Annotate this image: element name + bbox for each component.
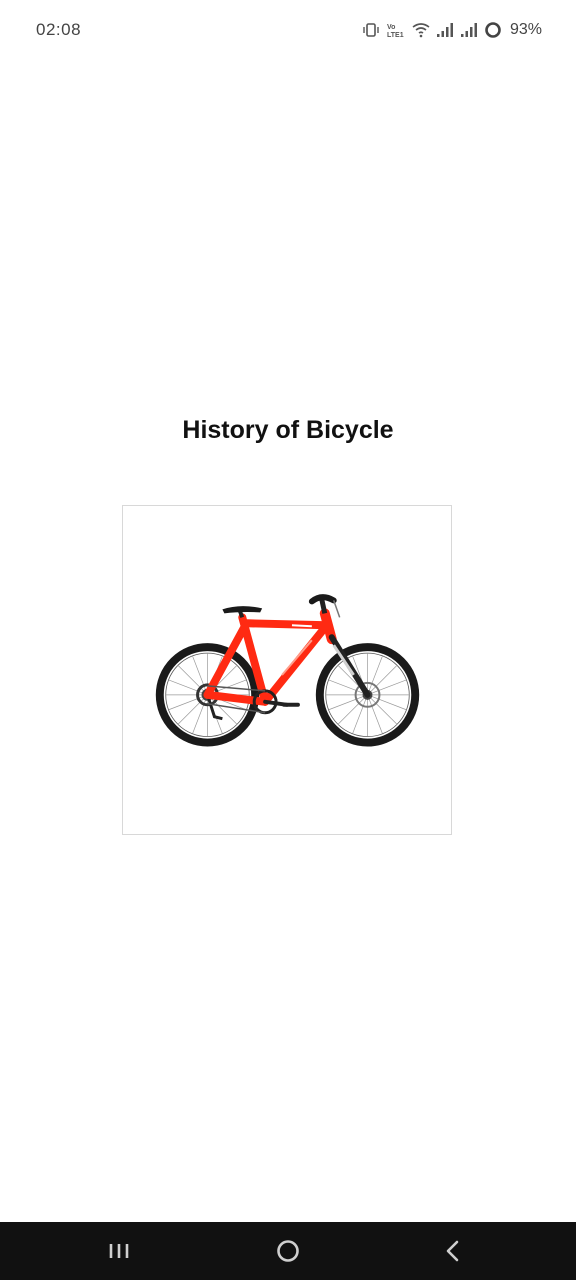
battery-percent: 93%: [509, 21, 542, 38]
svg-text:LTE1: LTE1: [387, 32, 404, 39]
status-bar: 02:08 Vo LTE1 93%: [0, 0, 576, 60]
status-icons: Vo LTE1 93%: [362, 19, 542, 41]
navigation-bar: [0, 1222, 576, 1280]
signal-2-icon: [460, 22, 478, 38]
svg-text:Vo: Vo: [387, 24, 395, 31]
bicycle-illustration: [155, 594, 420, 747]
home-button[interactable]: [273, 1236, 303, 1266]
back-button[interactable]: [438, 1236, 468, 1266]
bicycle-image: [122, 505, 452, 835]
recent-apps-button[interactable]: [106, 1236, 136, 1266]
recent-apps-icon: [109, 1244, 129, 1258]
status-time: 02:08: [36, 20, 82, 39]
back-icon: [446, 1240, 459, 1262]
home-icon: [277, 1240, 299, 1262]
page-title: History of Bicycle: [182, 416, 394, 444]
wifi-icon: [412, 22, 430, 38]
signal-1-icon: [436, 22, 454, 38]
volte-icon: Vo LTE1: [386, 21, 406, 39]
vibrate-icon: [362, 22, 380, 38]
battery-ring-icon: [484, 21, 502, 39]
